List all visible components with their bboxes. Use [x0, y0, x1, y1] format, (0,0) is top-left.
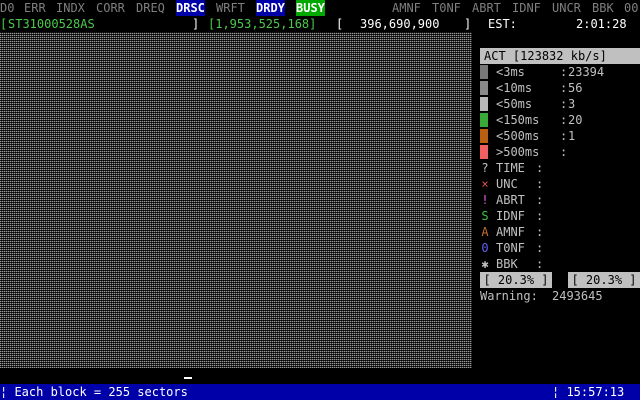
- timing-separator: :: [560, 81, 568, 95]
- error-label: IDNF: [496, 209, 525, 223]
- error-separator: :: [536, 177, 544, 191]
- error-label: TIME: [496, 161, 525, 175]
- flag-uncr: UNCR: [552, 1, 581, 15]
- zero-icon: 0: [481, 241, 489, 255]
- error-row: × UNC:: [480, 176, 640, 192]
- error-row: 0 T0NF:: [480, 240, 640, 256]
- timing-row: <500ms:1: [480, 128, 640, 144]
- a-icon: A: [481, 225, 489, 239]
- timing-row: <150ms:20: [480, 112, 640, 128]
- error-separator: :: [536, 257, 544, 271]
- warning-label: Warning:: [480, 289, 538, 303]
- s-icon: S: [481, 209, 489, 223]
- cross-icon: ×: [481, 177, 489, 191]
- lba-total: [1,953,525,168]: [208, 17, 317, 31]
- timing-color-swatch: [480, 97, 488, 111]
- error-label: ABRT: [496, 193, 525, 207]
- drive-model-open-bracket: [: [0, 17, 8, 31]
- error-separator: :: [536, 193, 544, 207]
- flags-bar: D0 ERR INDX CORR DREQ DRSC WRFT DRDY BUS…: [0, 0, 640, 16]
- act-header: ACT [123832 kb/s]: [480, 48, 640, 64]
- error-label: UNC: [496, 177, 518, 191]
- clock: ¦ 15:57:13: [552, 385, 625, 399]
- lba-position-open-bracket: [: [336, 17, 344, 31]
- error-row: ! ABRT:: [480, 192, 640, 208]
- timing-count: 3: [568, 97, 576, 111]
- error-separator: :: [536, 161, 544, 175]
- flag-drsc: DRSC: [176, 0, 205, 16]
- timing-separator: :: [560, 65, 568, 79]
- scan-block-map: [0, 32, 472, 368]
- error-row: S IDNF:: [480, 208, 640, 224]
- error-row: A AMNF:: [480, 224, 640, 240]
- flag-dreq: DREQ: [136, 1, 165, 15]
- flag-indx: INDX: [56, 1, 85, 15]
- timing-color-swatch: [480, 145, 488, 159]
- flag-bbk: BBK: [592, 1, 614, 15]
- timing-separator: :: [560, 129, 568, 143]
- act-label: ACT: [484, 49, 506, 63]
- drive-info-bar: [ ST31000528AS ] [1,953,525,168] [ 396,6…: [0, 16, 640, 32]
- error-label: AMNF: [496, 225, 525, 239]
- flag-idnf: IDNF: [512, 1, 541, 15]
- act-rate: [123832 kb/s]: [512, 49, 607, 63]
- flag-drdy: DRDY: [256, 0, 285, 16]
- timing-count: 20: [568, 113, 583, 127]
- timing-label: <3ms: [496, 65, 525, 79]
- error-label: T0NF: [496, 241, 525, 255]
- timing-color-swatch: [480, 81, 488, 95]
- flag-d0: D0: [0, 1, 15, 15]
- drive-model-close-bracket: ]: [192, 17, 200, 31]
- timing-row: <10ms:56: [480, 80, 640, 96]
- drive-model: ST31000528AS: [8, 17, 95, 31]
- error-separator: :: [536, 225, 544, 239]
- error-separator: :: [536, 209, 544, 223]
- status-bar: ¦ Each block = 255 sectors ¦ 15:57:13: [0, 384, 640, 400]
- timing-separator: :: [560, 97, 568, 111]
- timing-label: <10ms: [496, 81, 533, 95]
- error-row: ✱ BBK:: [480, 256, 640, 272]
- flag-corr: CORR: [96, 1, 125, 15]
- flag-t0nf: T0NF: [432, 1, 461, 15]
- timing-color-swatch: [480, 129, 488, 143]
- timing-label: <500ms: [496, 129, 540, 143]
- stats-panel: ACT [123832 kb/s] <3ms:23394 <10ms:56 <50m…: [480, 48, 640, 308]
- timing-row: <50ms:3: [480, 96, 640, 112]
- lba-position-close-bracket: ]: [464, 17, 472, 31]
- timing-separator: :: [560, 145, 568, 159]
- flag-amnf: AMNF: [392, 1, 421, 15]
- error-label: BBK: [496, 257, 518, 271]
- timing-color-swatch: [480, 65, 488, 79]
- exclamation-icon: !: [481, 193, 489, 207]
- est-time: 2:01:28: [576, 17, 627, 31]
- flag-err: ERR: [24, 1, 46, 15]
- block-size-info: ¦ Each block = 255 sectors: [0, 385, 188, 399]
- progress-right: [ 20.3% ]: [568, 272, 640, 288]
- timing-count: 56: [568, 81, 583, 95]
- flag-abrt: ABRT: [472, 1, 501, 15]
- timing-separator: :: [560, 113, 568, 127]
- timing-color-swatch: [480, 113, 488, 127]
- error-row: ? TIME:: [480, 160, 640, 176]
- asterisk-icon: ✱: [481, 257, 489, 271]
- flag-00: 00: [624, 1, 639, 15]
- timing-count: 1: [568, 129, 576, 143]
- question-icon: ?: [481, 161, 489, 175]
- timing-count: 23394: [568, 65, 605, 79]
- est-label: EST:: [488, 17, 517, 31]
- warning-row: Warning: 2493645: [480, 288, 640, 304]
- timing-row: >500ms:: [480, 144, 640, 160]
- timing-label: <50ms: [496, 97, 533, 111]
- scan-cursor: [184, 377, 192, 379]
- progress-left: [ 20.3% ]: [480, 272, 552, 288]
- flag-wrft: WRFT: [216, 1, 245, 15]
- lba-current: 396,690,900: [360, 17, 440, 31]
- flag-busy: BUSY: [296, 0, 325, 16]
- warning-value: 2493645: [552, 289, 603, 303]
- error-separator: :: [536, 241, 544, 255]
- timing-label: <150ms: [496, 113, 540, 127]
- timing-row: <3ms:23394: [480, 64, 640, 80]
- timing-label: >500ms: [496, 145, 540, 159]
